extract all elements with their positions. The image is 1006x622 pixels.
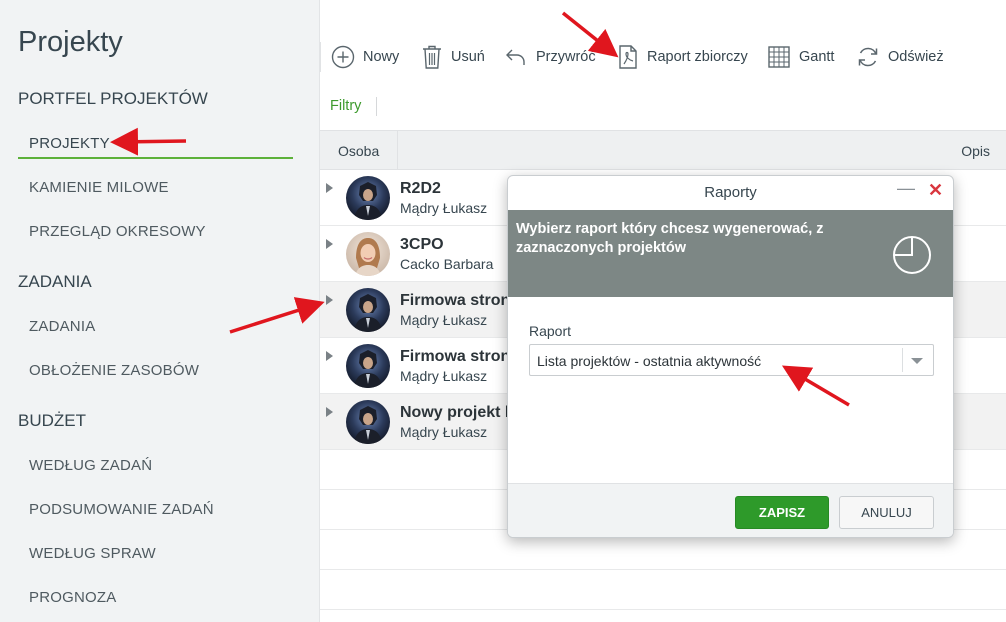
refresh-icon <box>858 47 878 67</box>
column-divider[interactable] <box>397 131 398 170</box>
minimize-icon[interactable]: — <box>897 178 915 199</box>
expand-caret-icon[interactable] <box>326 351 333 361</box>
avatar <box>346 176 390 220</box>
report-field-label: Raport <box>529 323 572 339</box>
restore-button[interactable]: Przywróć <box>504 42 596 72</box>
section-portfolio: PORTFEL PROJEKTÓW <box>18 89 208 108</box>
avatar-dark-figure <box>346 344 390 388</box>
section-budzet: BUDŻET <box>18 411 86 430</box>
save-button[interactable]: ZAPISZ <box>735 496 829 529</box>
new-button[interactable]: Nowy <box>331 42 399 72</box>
project-name[interactable]: 3CPO <box>400 236 444 254</box>
dialog-banner-text: Wybierz raport który chcesz wygenerować,… <box>516 221 824 256</box>
project-owner: Mądry Łukasz <box>400 312 488 328</box>
project-name[interactable]: Firmowa stron <box>400 292 510 310</box>
nav-item-obciazenie-zasobow[interactable]: OBŁOŻENIE ZASOBÓW <box>29 362 199 379</box>
restore-button-label: Przywróć <box>536 49 596 65</box>
refresh-button[interactable]: Odśwież <box>856 42 944 72</box>
project-owner: Mądry Łukasz <box>400 368 488 384</box>
nav-item-przeglad-okresowy[interactable]: PRZEGLĄD OKRESOWY <box>29 223 206 240</box>
avatar <box>346 344 390 388</box>
gantt-button[interactable]: Gantt <box>767 42 834 72</box>
section-zadania: ZADANIA <box>18 272 92 291</box>
nav-item-wedlug-zadan[interactable]: WEDŁUG ZADAŃ <box>29 457 152 474</box>
avatar-woman-figure <box>346 232 390 276</box>
cancel-button[interactable]: ANULUJ <box>839 496 934 529</box>
column-header-opis[interactable]: Opis <box>961 143 990 159</box>
project-name[interactable]: Firmowa stron <box>400 348 510 366</box>
refresh-button-label: Odśwież <box>888 49 944 65</box>
undo-icon <box>506 49 525 65</box>
chevron-down-icon[interactable] <box>911 358 923 364</box>
avatar-dark-figure <box>346 176 390 220</box>
nav-item-podsumowanie-zadan[interactable]: PODSUMOWANIE ZADAŃ <box>29 501 214 518</box>
project-name[interactable]: Nowy projekt k <box>400 404 514 422</box>
column-header-osoba[interactable]: Osoba <box>338 143 379 159</box>
report-select-value: Lista projektów - ostatnia aktywność <box>537 353 762 369</box>
report-select[interactable]: Lista projektów - ostatnia aktywność <box>529 344 934 376</box>
project-name[interactable]: R2D2 <box>400 180 441 198</box>
summary-report-button-label: Raport zbiorczy <box>647 49 748 65</box>
empty-row <box>320 570 1006 610</box>
project-owner: Mądry Łukasz <box>400 424 488 440</box>
new-button-label: Nowy <box>363 49 400 65</box>
project-owner: Cacko Barbara <box>400 256 494 272</box>
avatar <box>346 400 390 444</box>
close-icon[interactable]: ✕ <box>928 180 943 201</box>
plus-circle-icon <box>331 45 355 69</box>
nav-item-wedlug-spraw[interactable]: WEDŁUG SPRAW <box>29 545 156 562</box>
avatar <box>346 232 390 276</box>
reports-dialog: Raporty — ✕ Wybierz raport który chcesz … <box>507 175 954 538</box>
sidebar: Projekty PORTFEL PROJEKTÓW PROJEKTY KAMI… <box>0 0 320 622</box>
dialog-banner: Wybierz raport który chcesz wygenerować,… <box>508 210 953 297</box>
project-owner: Mądry Łukasz <box>400 200 488 216</box>
nav-item-kamienie-milowe[interactable]: KAMIENIE MILOWE <box>29 179 169 196</box>
pdf-file-icon <box>619 45 637 69</box>
expand-caret-icon[interactable] <box>326 239 333 249</box>
delete-button-label: Usuń <box>451 49 485 65</box>
pie-chart-icon <box>893 236 931 274</box>
nav-item-prognoza[interactable]: PROGNOZA <box>29 589 116 606</box>
toolbar-divider <box>320 42 321 72</box>
expand-caret-icon[interactable] <box>326 183 333 193</box>
gantt-button-label: Gantt <box>799 49 835 65</box>
trash-icon <box>423 45 441 69</box>
dialog-title: Raporty <box>704 184 757 201</box>
grid-header: Osoba Opis <box>320 130 1006 170</box>
nav-item-projekty[interactable]: PROJEKTY <box>29 135 110 152</box>
active-nav-underline <box>18 157 293 159</box>
delete-button[interactable]: Usuń <box>421 42 485 72</box>
avatar-dark-figure <box>346 400 390 444</box>
gantt-grid-icon <box>768 46 790 68</box>
filters-divider <box>376 97 377 116</box>
expand-caret-icon[interactable] <box>326 407 333 417</box>
avatar-dark-figure <box>346 288 390 332</box>
dialog-footer: ZAPISZ ANULUJ <box>508 483 953 537</box>
summary-report-button[interactable]: Raport zbiorczy <box>617 42 748 72</box>
filters-link[interactable]: Filtry <box>330 98 361 114</box>
select-divider <box>902 348 903 372</box>
app-title: Projekty <box>18 26 123 58</box>
expand-caret-icon[interactable] <box>326 295 333 305</box>
nav-item-zadania[interactable]: ZADANIA <box>29 318 95 335</box>
avatar <box>346 288 390 332</box>
